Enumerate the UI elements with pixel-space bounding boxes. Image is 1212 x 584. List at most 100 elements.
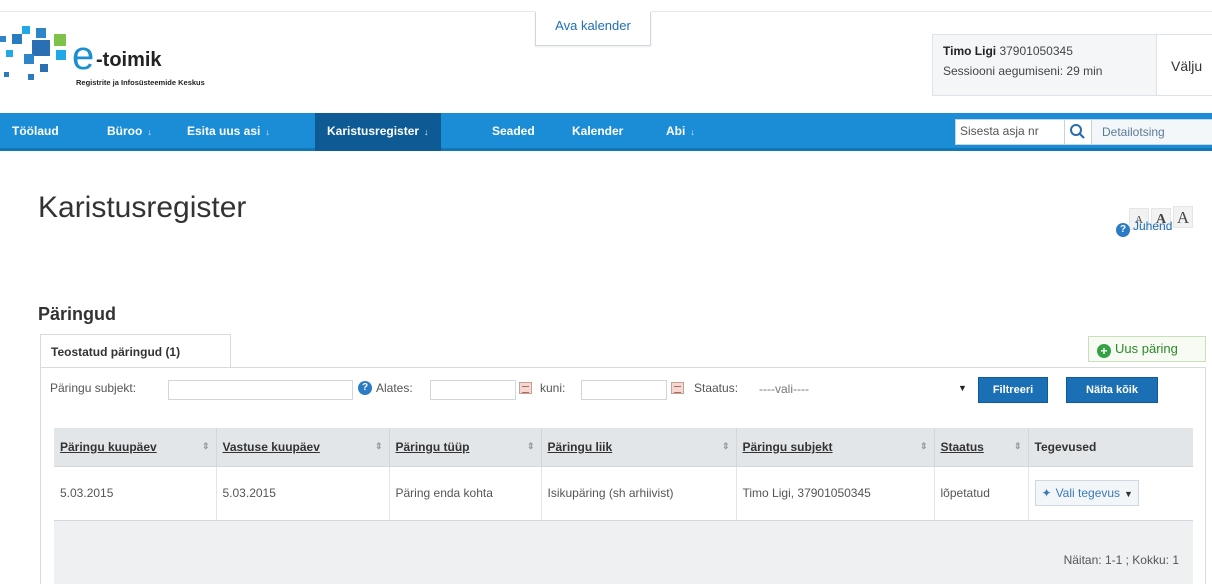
chevron-down-icon: ↓	[424, 127, 429, 137]
chevron-down-icon: ▼	[1124, 489, 1133, 499]
sort-icon: ⇕	[1013, 440, 1022, 451]
results-panel: Päringu kuupäev ⇕ Vastuse kuupäev ⇕ Päring…	[40, 412, 1206, 584]
search-icon	[1070, 124, 1085, 139]
tab-teostatud-paringud[interactable]: Teostatud päringud (1)	[40, 334, 231, 368]
nav-label: Esita uus asi	[187, 124, 261, 138]
logo-square	[4, 72, 9, 77]
column-header[interactable]: Päringu tüüp ⇕	[389, 428, 542, 466]
new-query-button[interactable]: + Uus päring	[1088, 336, 1206, 362]
font-size-large-button[interactable]: A	[1173, 206, 1193, 228]
results-grid: Päringu kuupäev ⇕ Vastuse kuupäev ⇕ Päring…	[54, 428, 1193, 584]
sort-icon: ⇕	[201, 440, 210, 451]
action-dropdown[interactable]: ✦ Vali tegevus ▼	[1034, 480, 1139, 506]
chevron-down-icon: ↓	[265, 127, 270, 137]
column-header-label: Staatus	[940, 439, 984, 454]
nav-label: Töölaud	[12, 124, 59, 138]
nav-item-seaded[interactable]: Seaded	[492, 113, 535, 151]
nav-item-buroo[interactable]: Büroo ↓	[107, 113, 152, 151]
logo-square	[0, 36, 6, 42]
user-name: Timo Ligi	[943, 44, 997, 58]
logout-button[interactable]: Välju	[1157, 34, 1212, 96]
subject-filter-input[interactable]	[168, 380, 353, 400]
column-header[interactable]: Päringu kuupäev ⇕	[54, 428, 217, 466]
column-header[interactable]: Päringu liik ⇕	[541, 428, 737, 466]
logo-square	[22, 26, 30, 34]
filter-bar: Päringu subjekt: ? Alates: kuni: Staatus…	[40, 368, 1206, 412]
sort-icon: ⇕	[919, 440, 928, 451]
help-link[interactable]: ? Juhend	[1116, 219, 1172, 237]
column-header-label: Vastuse kuupäev	[222, 439, 320, 454]
status-select[interactable]: ----vali----	[755, 380, 955, 400]
column-header-label: Päringu tüüp	[395, 439, 470, 454]
column-header[interactable]: Päringu subjekt ⇕	[736, 428, 935, 466]
sort-icon: ⇕	[526, 440, 535, 451]
logo-square	[32, 40, 50, 56]
select-arrow-icon: ▼	[958, 383, 967, 393]
nav-label: Seaded	[492, 124, 535, 138]
pagination-info: Näitan: 1-1 ; Kokku: 1	[1063, 553, 1179, 567]
help-icon[interactable]: ?	[358, 381, 372, 395]
table-cell: Päring enda kohta	[389, 465, 542, 521]
column-header-label: Tegevused	[1034, 439, 1097, 454]
e-toimik-logo[interactable]: e -toimik Registrite ja Infosüsteemide K…	[0, 24, 270, 94]
column-header: Tegevused	[1028, 428, 1193, 466]
wrench-icon: ✦	[1041, 486, 1052, 500]
nav-item-esita-uus-asi[interactable]: Esita uus asi ↓	[187, 113, 270, 151]
sort-icon: ⇕	[721, 440, 730, 451]
column-header-label: Päringu subjekt	[742, 439, 833, 454]
calendar-icon[interactable]	[671, 382, 684, 394]
nav-label: Karistusregister	[327, 124, 420, 138]
header-top-border	[651, 11, 1212, 12]
sort-icon: ⇕	[374, 440, 383, 451]
from-date-label: Alates:	[376, 381, 413, 395]
case-search-input[interactable]: Sisesta asja nr	[955, 119, 1065, 145]
nav-item-kalender[interactable]: Kalender	[572, 113, 623, 151]
nav-label: Abi	[666, 124, 686, 138]
main-navigation: Töölaud Büroo ↓ Esita uus asi ↓ Karistusre…	[0, 113, 1212, 151]
new-query-label: Uus päring	[1115, 341, 1178, 356]
show-all-button[interactable]: Näita kõik	[1066, 377, 1158, 403]
column-header[interactable]: Staatus ⇕	[934, 428, 1029, 466]
nav-item-karistusregister[interactable]: Karistusregister ↓	[315, 113, 441, 151]
nav-label: Büroo	[107, 124, 143, 138]
help-icon: ?	[1116, 223, 1130, 237]
to-date-label: kuni:	[540, 381, 566, 395]
search-button[interactable]	[1065, 119, 1091, 145]
table-cell: Isikupäring (sh arhiivist)	[541, 465, 737, 521]
header-top-border	[0, 11, 535, 12]
table-row: 5.03.2015 5.03.2015 Päring enda kohta Is…	[54, 465, 1193, 521]
column-header-label: Päringu liik	[547, 439, 613, 454]
logo-square	[56, 50, 66, 60]
table-cell: 5.03.2015	[216, 465, 390, 521]
plus-circle-icon: +	[1097, 344, 1111, 358]
open-calendar-button[interactable]: Ava kalender	[535, 12, 651, 46]
nav-item-abi[interactable]: Abi ↓	[666, 113, 695, 151]
table-header-row: Päringu kuupäev ⇕ Vastuse kuupäev ⇕ Päring…	[54, 428, 1193, 466]
subject-filter-label: Päringu subjekt:	[50, 381, 137, 395]
table-cell: 5.03.2015	[54, 465, 217, 521]
logo-square	[12, 34, 22, 44]
user-id-code: 37901050345	[999, 44, 1073, 58]
filter-button[interactable]: Filtreeri	[978, 377, 1048, 403]
table-cell: lõpetatud	[934, 465, 1029, 521]
calendar-icon[interactable]	[519, 382, 532, 394]
section-title: Päringud	[38, 304, 117, 324]
chevron-down-icon: ↓	[690, 127, 695, 137]
results-table: Päringu kuupäev ⇕ Vastuse kuupäev ⇕ Päring…	[54, 428, 1193, 521]
from-date-input[interactable]	[430, 380, 516, 400]
to-date-input[interactable]	[581, 380, 667, 400]
nav-label: Kalender	[572, 124, 624, 138]
logo-wordmark: -toimik	[96, 49, 162, 71]
nav-item-toolaud[interactable]: Töölaud	[12, 113, 59, 151]
column-header[interactable]: Vastuse kuupäev ⇕	[216, 428, 390, 466]
table-cell-actions: ✦ Vali tegevus ▼	[1028, 465, 1193, 521]
logo-square	[28, 74, 34, 80]
logo-square	[36, 28, 46, 38]
chevron-down-icon: ↓	[147, 127, 152, 137]
logo-square	[54, 34, 66, 46]
detail-search-button[interactable]: Detailotsing	[1091, 119, 1212, 145]
column-header-label: Päringu kuupäev	[60, 439, 157, 454]
logo-square	[6, 50, 13, 57]
action-dropdown-label: Vali tegevus	[1055, 486, 1121, 500]
status-filter-label: Staatus:	[694, 381, 739, 395]
